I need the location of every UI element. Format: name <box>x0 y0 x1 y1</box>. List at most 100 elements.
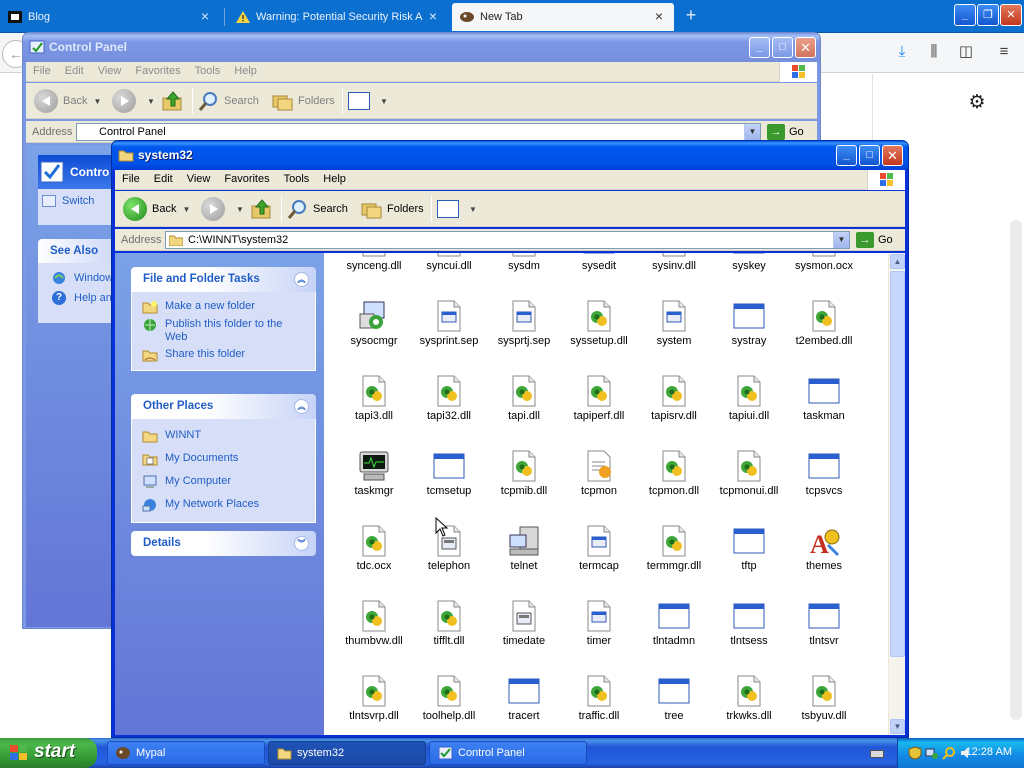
minimize-button[interactable]: _ <box>749 37 770 58</box>
file-item[interactable]: tapisrv.dll <box>631 375 717 423</box>
file-item[interactable]: termmgr.dll <box>631 525 717 573</box>
file-item[interactable]: sysprint.sep <box>406 300 492 348</box>
system32-titlebar[interactable]: system32 _ □ ✕ <box>112 141 908 170</box>
browser-tab-warning[interactable]: Warning: Potential Security Risk A × <box>228 3 448 31</box>
close-tab-icon[interactable]: × <box>198 9 212 23</box>
file-item[interactable]: system <box>631 300 717 348</box>
file-view-scrollbar[interactable]: ▲ ▼ <box>888 253 905 735</box>
file-item[interactable]: tlntsvrp.dll <box>331 675 417 723</box>
menu-file[interactable]: File <box>26 62 58 80</box>
scroll-up-icon[interactable]: ▲ <box>890 254 905 269</box>
menu-tools[interactable]: Tools <box>188 62 228 80</box>
close-button[interactable]: ✕ <box>882 145 903 166</box>
menu-favorites[interactable]: Favorites <box>128 62 187 80</box>
up-folder-button[interactable] <box>162 88 186 114</box>
menu-edit[interactable]: Edit <box>147 170 180 188</box>
file-item[interactable]: taskman <box>781 375 867 423</box>
menu-edit[interactable]: Edit <box>58 62 91 80</box>
folders-button[interactable]: Folders <box>361 196 424 222</box>
up-folder-button[interactable] <box>251 196 275 222</box>
place-my-network-places[interactable]: My Network Places <box>142 491 315 516</box>
download-icon[interactable]: ⤓ <box>893 43 911 61</box>
clock[interactable]: 12:28 AM <box>966 746 1012 758</box>
details-header[interactable]: Details ︾ <box>131 531 316 556</box>
search-button[interactable]: Search <box>287 196 348 222</box>
file-item[interactable]: tftp <box>706 525 792 573</box>
file-item[interactable]: tcpmon.dll <box>631 450 717 498</box>
file-item[interactable]: tapiperf.dll <box>556 375 642 423</box>
file-item[interactable]: tlntsvr <box>781 600 867 648</box>
close-button[interactable]: ✕ <box>795 37 816 58</box>
taskbar-item-system32[interactable]: system32 <box>268 741 426 765</box>
file-item[interactable]: sysinv.dll <box>631 253 717 273</box>
file-item[interactable]: systray <box>706 300 792 348</box>
menu-view[interactable]: View <box>91 62 129 80</box>
file-item[interactable]: tifflt.dll <box>406 600 492 648</box>
collapse-chevron-icon[interactable]: ︽ <box>294 272 309 287</box>
go-button[interactable]: → Go <box>856 232 893 248</box>
browser-tab-blog[interactable]: Blog × <box>0 3 220 31</box>
search-tray-icon[interactable] <box>942 746 956 760</box>
file-item[interactable]: termcap <box>556 525 642 573</box>
start-button[interactable]: start <box>0 738 97 768</box>
folders-button[interactable]: Folders <box>272 88 335 114</box>
scroll-down-icon[interactable]: ▼ <box>890 719 905 734</box>
task-share-folder[interactable]: Share this folder <box>142 346 315 364</box>
back-button[interactable]: Back ▼ <box>123 196 190 222</box>
keyboard-icon[interactable] <box>870 750 884 758</box>
file-item[interactable]: timedate <box>481 600 567 648</box>
file-item[interactable]: syssetup.dll <box>556 300 642 348</box>
views-button[interactable]: ▼ <box>348 88 388 114</box>
file-folder-tasks-header[interactable]: File and Folder Tasks ︽ <box>131 267 316 292</box>
task-publish-web[interactable]: Publish this folder to the Web <box>142 316 315 346</box>
address-dropdown-icon[interactable]: ▼ <box>833 232 849 248</box>
browser-close-button[interactable]: ✕ <box>1000 4 1022 26</box>
file-item[interactable]: tcmsetup <box>406 450 492 498</box>
file-item[interactable]: synceng.dll <box>331 253 417 273</box>
sidebar-icon[interactable]: ◫ <box>957 43 975 61</box>
file-item[interactable]: syskey <box>706 253 792 273</box>
menu-view[interactable]: View <box>180 170 218 188</box>
menu-icon[interactable]: ≡ <box>995 43 1013 61</box>
taskbar-item-mypal[interactable]: Mypal <box>107 741 265 765</box>
file-item[interactable]: tcpmon <box>556 450 642 498</box>
place-my-computer[interactable]: My Computer <box>142 468 315 491</box>
file-item[interactable]: telephon <box>406 525 492 573</box>
file-item[interactable]: tlntsess <box>706 600 792 648</box>
menu-help[interactable]: Help <box>316 170 353 188</box>
browser-tab-newtab[interactable]: New Tab × <box>452 3 674 31</box>
see-also-windows-update[interactable]: Window <box>52 271 113 285</box>
file-item[interactable]: tapi32.dll <box>406 375 492 423</box>
menu-favorites[interactable]: Favorites <box>217 170 276 188</box>
file-item[interactable]: tlntadmn <box>631 600 717 648</box>
file-item[interactable]: traffic.dll <box>556 675 642 723</box>
address-input[interactable]: C:\WINNT\system32 ▼ <box>165 231 850 249</box>
search-button[interactable]: Search <box>198 88 259 114</box>
file-item[interactable]: toolhelp.dll <box>406 675 492 723</box>
file-item[interactable]: sysedit <box>556 253 642 273</box>
file-item[interactable]: sysocmgr <box>331 300 417 348</box>
file-item[interactable]: tcpsvcs <box>781 450 867 498</box>
browser-maximize-button[interactable]: ❐ <box>977 4 999 26</box>
file-item[interactable]: syncui.dll <box>406 253 492 273</box>
library-icon[interactable]: ⫼ <box>925 43 943 61</box>
file-item[interactable]: sysdm <box>481 253 567 273</box>
address-input[interactable]: Control Panel ▼ <box>76 123 761 141</box>
file-item[interactable]: Athemes <box>781 525 867 573</box>
forward-button[interactable]: ▼ <box>201 196 244 222</box>
taskbar-item-control-panel[interactable]: Control Panel <box>429 741 587 765</box>
file-item[interactable]: thumbvw.dll <box>331 600 417 648</box>
file-item[interactable]: tdc.ocx <box>331 525 417 573</box>
browser-minimize-button[interactable]: _ <box>954 4 976 26</box>
task-make-new-folder[interactable]: Make a new folder <box>142 298 315 316</box>
maximize-button[interactable]: □ <box>859 145 880 166</box>
expand-chevron-icon[interactable]: ︾ <box>294 536 309 551</box>
menu-file[interactable]: File <box>115 170 147 188</box>
go-button[interactable]: → Go <box>767 124 804 140</box>
file-item[interactable]: telnet <box>481 525 567 573</box>
network-tray-icon[interactable] <box>925 746 939 760</box>
menu-help[interactable]: Help <box>227 62 264 80</box>
see-also-help[interactable]: ? Help an <box>52 291 112 305</box>
file-item[interactable]: tapi3.dll <box>331 375 417 423</box>
file-item[interactable]: timer <box>556 600 642 648</box>
